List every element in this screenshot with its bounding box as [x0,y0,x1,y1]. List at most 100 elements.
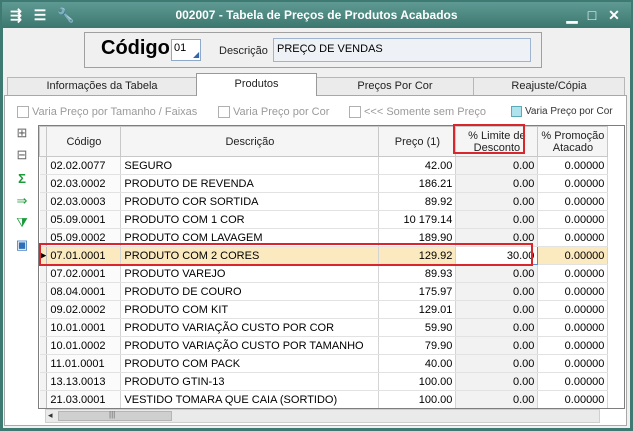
tab-precos-por-cor[interactable]: Preços Por Cor [316,77,474,95]
tab-produtos[interactable]: Produtos [196,73,317,96]
cell-preco[interactable]: 10 179.14 [378,210,457,229]
cell-limite-desconto[interactable]: 0.00 [455,228,539,247]
row-indicator[interactable] [39,336,48,355]
cell-codigo[interactable]: 09.02.0002 [46,300,122,319]
cell-limite-desconto[interactable]: 0.00 [455,156,539,175]
table-row[interactable]: 08.04.0001 PRODUTO DE COURO 175.97 0.00 0.00… [39,282,609,301]
cell-limite-desconto[interactable]: 0.00 [455,300,539,319]
cell-limite-desconto[interactable]: 0.00 [455,336,539,355]
cell-preco[interactable]: 79.90 [378,336,457,355]
cell-limite-desconto[interactable]: 30.00 [455,246,539,265]
cell-promocao-atacado[interactable]: 0.00000 [537,282,609,301]
row-indicator[interactable]: ▶ [39,246,48,265]
cell-promocao-atacado[interactable]: 0.00000 [537,354,609,373]
table-row[interactable]: 13.13.0013 PRODUTO GTIN-13 100.00 0.00 0.000… [39,372,609,391]
cell-promocao-atacado[interactable]: 0.00000 [537,246,609,265]
lookup-icon[interactable]: ◢ [193,51,201,59]
cell-promocao-atacado[interactable]: 0.00000 [537,318,609,337]
minimize-icon[interactable]: ▁ [562,5,582,25]
export-icon[interactable]: ⇒ [13,192,31,210]
scroll-left-icon[interactable]: ◂ [48,410,53,421]
cell-descricao[interactable]: PRODUTO DE REVENDA [120,174,380,193]
row-indicator[interactable] [39,318,48,337]
cell-preco[interactable]: 59.90 [378,318,457,337]
cell-codigo[interactable]: 13.13.0013 [46,372,122,391]
cell-codigo[interactable]: 02.03.0002 [46,174,122,193]
col-promocao-atacado-header[interactable]: % Promoção Atacado [537,126,609,157]
row-indicator[interactable] [39,390,48,408]
row-indicator[interactable] [39,174,48,193]
cell-preco[interactable]: 129.01 [378,300,457,319]
cell-promocao-atacado[interactable]: 0.00000 [537,336,609,355]
somente-sem-preco-checkbox[interactable]: <<< Somente sem Preço [349,106,486,120]
table-row[interactable]: 05.09.0002 PRODUTO COM LAVAGEM 189.90 0.00 0… [39,228,609,247]
cell-codigo[interactable]: 08.04.0001 [46,282,122,301]
sum-icon[interactable]: Σ [13,170,31,188]
table-row[interactable]: 05.09.0001 PRODUTO COM 1 COR 10 179.14 0.00… [39,210,609,229]
varia-tamanho-checkbox[interactable]: Varia Preço por Tamanho / Faixas [17,106,197,120]
table-row[interactable]: 21.03.0001 VESTIDO TOMARA QUE CAIA (SORTI… [39,390,609,408]
varia-cor-checkbox[interactable]: Varia Preço por Cor [218,106,329,120]
table-row[interactable]: ▶ 07.01.0001 PRODUTO COM 2 CORES 129.92 30.0… [39,246,609,265]
cell-promocao-atacado[interactable]: 0.00000 [537,228,609,247]
add-row-icon[interactable]: ⊞ [13,124,31,142]
cell-codigo[interactable]: 10.01.0002 [46,336,122,355]
cell-promocao-atacado[interactable]: 0.00000 [537,390,609,408]
cell-descricao[interactable]: PRODUTO COM 2 CORES [120,246,380,265]
table-row[interactable]: 02.03.0002 PRODUTO DE REVENDA 186.21 0.00 0.… [39,174,609,193]
row-indicator[interactable] [39,228,48,247]
row-indicator[interactable] [39,264,48,283]
cell-descricao[interactable]: VESTIDO TOMARA QUE CAIA (SORTIDO) [120,390,380,408]
cell-promocao-atacado[interactable]: 0.00000 [537,174,609,193]
cell-limite-desconto[interactable]: 0.00 [455,390,539,408]
cell-preco[interactable]: 129.92 [378,246,457,265]
cell-preco[interactable]: 40.00 [378,354,457,373]
cell-promocao-atacado[interactable]: 0.00000 [537,192,609,211]
cell-codigo[interactable]: 05.09.0002 [46,228,122,247]
table-row[interactable]: 07.02.0001 PRODUTO VAREJO 89.93 0.00 0.00000 [39,264,609,283]
cell-descricao[interactable]: PRODUTO COR SORTIDA [120,192,380,211]
cell-codigo[interactable]: 07.02.0001 [46,264,122,283]
cell-descricao[interactable]: PRODUTO VARIAÇÃO CUSTO POR COR [120,318,380,337]
cell-preco[interactable]: 175.97 [378,282,457,301]
cell-limite-desconto[interactable]: 0.00 [455,174,539,193]
col-limite-desconto-header[interactable]: % Limite de Desconto [455,126,539,157]
cell-descricao[interactable]: PRODUTO VAREJO [120,264,380,283]
table-row[interactable]: 10.01.0002 PRODUTO VARIAÇÃO CUSTO POR TAM… [39,336,609,355]
cell-descricao[interactable]: PRODUTO COM 1 COR [120,210,380,229]
cell-promocao-atacado[interactable]: 0.00000 [537,372,609,391]
col-descricao-header[interactable]: Descrição [120,126,380,157]
cell-promocao-atacado[interactable]: 0.00000 [537,210,609,229]
cell-codigo[interactable]: 11.01.0001 [46,354,122,373]
cell-codigo[interactable]: 02.02.0077 [46,156,122,175]
row-indicator[interactable] [39,282,48,301]
descricao-input[interactable]: PREÇO DE VENDAS [273,38,531,62]
cell-preco[interactable]: 186.21 [378,174,457,193]
cell-descricao[interactable]: PRODUTO COM KIT [120,300,380,319]
row-indicator[interactable] [39,156,48,175]
row-indicator[interactable] [39,354,48,373]
image-icon[interactable]: ▣ [13,236,31,254]
cell-descricao[interactable]: PRODUTO VARIAÇÃO CUSTO POR TAMANHO [120,336,380,355]
cell-limite-desconto[interactable]: 0.00 [455,192,539,211]
row-indicator[interactable] [39,192,48,211]
table-row[interactable]: 02.02.0077 SEGURO 42.00 0.00 0.00000 [39,156,609,175]
horizontal-scrollbar[interactable]: ◂ ||| [45,409,600,423]
col-codigo-header[interactable]: Código [46,126,122,157]
row-indicator[interactable] [39,372,48,391]
cell-limite-desconto[interactable]: 0.00 [455,210,539,229]
cell-limite-desconto[interactable]: 0.00 [455,318,539,337]
cell-descricao[interactable]: PRODUTO GTIN-13 [120,372,380,391]
table-row[interactable]: 09.02.0002 PRODUTO COM KIT 129.01 0.00 0.000… [39,300,609,319]
cell-preco[interactable]: 189.90 [378,228,457,247]
tab-reajuste-copia[interactable]: Reajuste/Cópia [473,77,625,95]
maximize-icon[interactable]: □ [582,5,602,25]
cell-descricao[interactable]: SEGURO [120,156,380,175]
cell-limite-desconto[interactable]: 0.00 [455,354,539,373]
table-row[interactable]: 11.01.0001 PRODUTO COM PACK 40.00 0.00 0.000… [39,354,609,373]
col-preco-header[interactable]: Preço (1) [378,126,457,157]
cell-codigo[interactable]: 07.01.0001 [46,246,122,265]
cell-preco[interactable]: 42.00 [378,156,457,175]
row-indicator[interactable] [39,210,48,229]
table-row[interactable]: 10.01.0001 PRODUTO VARIAÇÃO CUSTO POR COR… [39,318,609,337]
